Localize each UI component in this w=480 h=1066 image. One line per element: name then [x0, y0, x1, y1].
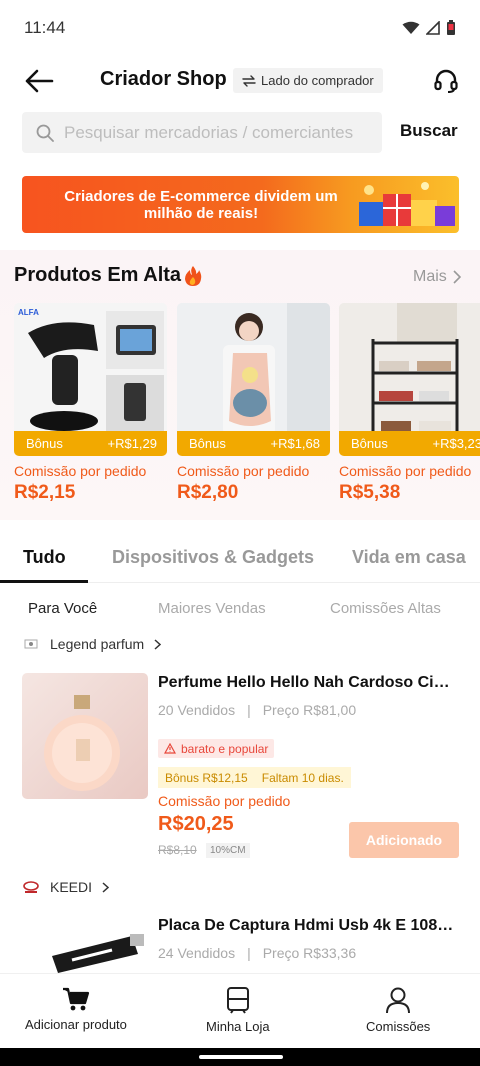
- wifi-icon: [402, 21, 420, 34]
- hot-products-section: Produtos Em Alta Mais ALFA Bônus +R$1,29…: [0, 250, 480, 520]
- sold-count: 20 Vendidos: [158, 702, 236, 718]
- status-icons: [402, 20, 456, 36]
- system-gesture-bar: [0, 1048, 480, 1066]
- cart-icon: [62, 987, 90, 1011]
- tab-vida-em-casa[interactable]: Vida em casa: [352, 547, 466, 568]
- product-title[interactable]: Placa De Captura Hdmi Usb 4k E 1080p...: [158, 917, 458, 935]
- chevron-right-icon: [154, 638, 162, 650]
- product-price: Preço R$81,00: [262, 702, 357, 718]
- bonus-bar: Bônus +R$1,29: [14, 431, 167, 456]
- product-image: Bônus +R$3,23: [339, 303, 480, 456]
- subtab-comissoes-altas[interactable]: Comissões Altas: [330, 600, 441, 617]
- brand-logo: ALFA: [18, 308, 39, 317]
- shop-logo-icon: [23, 881, 39, 893]
- perfume-image: [22, 673, 148, 799]
- product-image[interactable]: [22, 673, 148, 799]
- shop-name: KEEDI: [50, 879, 93, 895]
- header: Criador Shop Lado do comprador: [0, 56, 480, 106]
- customer-support-button[interactable]: [430, 66, 462, 96]
- search-icon: [36, 124, 54, 142]
- swap-icon: [242, 74, 256, 87]
- switch-label: Lado do comprador: [261, 73, 374, 88]
- back-button[interactable]: [22, 66, 56, 96]
- chevron-right-icon: [453, 270, 461, 284]
- shop-link[interactable]: Legend parfum: [22, 633, 162, 655]
- bottom-navigation: Adicionar produto Minha Loja Comissões: [0, 973, 480, 1048]
- bonus-amount: Bônus R$12,15: [165, 770, 248, 785]
- search-input[interactable]: [64, 122, 374, 143]
- product-image: ALFA Bônus +R$1,29: [14, 303, 167, 456]
- added-button[interactable]: Adicionado: [349, 822, 459, 858]
- hot-product-card[interactable]: Bônus +R$3,23 Comissão por pedido R$5,38: [339, 303, 480, 504]
- nav-commissions[interactable]: Comissões: [366, 986, 430, 1034]
- hot-products-title: Produtos Em Alta: [14, 264, 202, 287]
- sort-subtabs: Para Você Maiores Vendas Comissões Altas: [0, 598, 480, 622]
- battery-icon: [447, 20, 455, 35]
- signal-icon: [426, 21, 440, 35]
- fire-icon: [185, 265, 202, 286]
- search-button[interactable]: Buscar: [400, 121, 458, 141]
- bonus-bar: Bônus +R$3,23: [339, 431, 480, 456]
- product-price: Preço R$33,36: [262, 945, 357, 961]
- nav-my-store[interactable]: Minha Loja: [206, 986, 270, 1034]
- category-tabs: Tudo Dispositivos & Gadgets Vida em casa: [0, 537, 480, 583]
- product-title[interactable]: Perfume Hello Hello Nah Cardoso Ciclo...: [158, 674, 458, 692]
- status-bar: 11:44: [0, 0, 480, 56]
- commission-label: Comissão por pedido: [177, 463, 310, 479]
- sold-count: 24 Vendidos: [158, 945, 236, 961]
- commission-value: R$2,80: [177, 482, 239, 503]
- bonus-remaining: Faltam 10 dias.: [261, 770, 344, 785]
- page-title: Criador Shop: [100, 68, 227, 90]
- hot-product-card[interactable]: Bônus +R$1,68 Comissão por pedido R$2,80: [177, 303, 330, 504]
- commission-label: Comissão por pedido: [339, 463, 472, 479]
- home-indicator[interactable]: [199, 1055, 283, 1059]
- promo-banner[interactable]: Criadores de E-commerce dividem um milhã…: [22, 176, 459, 233]
- commission-value: R$5,38: [339, 482, 401, 503]
- person-icon: [386, 987, 411, 1014]
- product-meta: 24 Vendidos | Preço R$33,36: [158, 945, 357, 961]
- chevron-right-icon: [102, 881, 110, 893]
- hot-products-more-button[interactable]: Mais: [413, 268, 461, 286]
- banner-text: Criadores de E-commerce dividem um milhã…: [64, 188, 338, 222]
- switch-to-buyer-button[interactable]: Lado do comprador: [233, 68, 383, 93]
- tab-tudo[interactable]: Tudo: [23, 547, 66, 568]
- store-icon: [226, 987, 249, 1014]
- commission-value: R$20,25: [158, 813, 234, 835]
- promo-tag: barato e popular: [158, 739, 275, 758]
- status-time: 11:44: [24, 18, 66, 37]
- headset-icon: [434, 69, 458, 93]
- shop-name: Legend parfum: [50, 636, 145, 652]
- bonus-bar: Bônus +R$1,68: [177, 431, 330, 456]
- nav-add-product[interactable]: Adicionar produto: [25, 986, 127, 1032]
- commission-label: Comissão por pedido: [14, 463, 147, 479]
- product-image[interactable]: [22, 916, 148, 973]
- bonus-tag: Bônus R$12,15 Faltam 10 dias.: [158, 767, 351, 788]
- subtab-maiores-vendas[interactable]: Maiores Vendas: [158, 600, 266, 617]
- shop-link[interactable]: KEEDI: [22, 876, 110, 898]
- hot-product-card[interactable]: ALFA Bônus +R$1,29 Comissão por pedido R…: [14, 303, 167, 504]
- back-arrow-icon: [25, 69, 54, 93]
- subtab-para-voce[interactable]: Para Você: [28, 600, 97, 617]
- commission-label: Comissão por pedido: [158, 793, 291, 809]
- shop-logo-icon: [24, 639, 38, 649]
- capture-card-image: [22, 916, 148, 973]
- old-price: R$8,10: [158, 843, 197, 857]
- tab-dispositivos-gadgets[interactable]: Dispositivos & Gadgets: [112, 547, 314, 568]
- commission-value: R$2,15: [14, 482, 76, 503]
- commission-rate-badge: 10%CM: [206, 843, 250, 858]
- gift-decoration-icon: [359, 182, 455, 226]
- warning-icon: [164, 743, 176, 754]
- search-box: [22, 112, 382, 153]
- product-image: Bônus +R$1,68: [177, 303, 330, 456]
- product-meta: 20 Vendidos | Preço R$81,00: [158, 702, 357, 718]
- active-tab-indicator: [0, 580, 88, 583]
